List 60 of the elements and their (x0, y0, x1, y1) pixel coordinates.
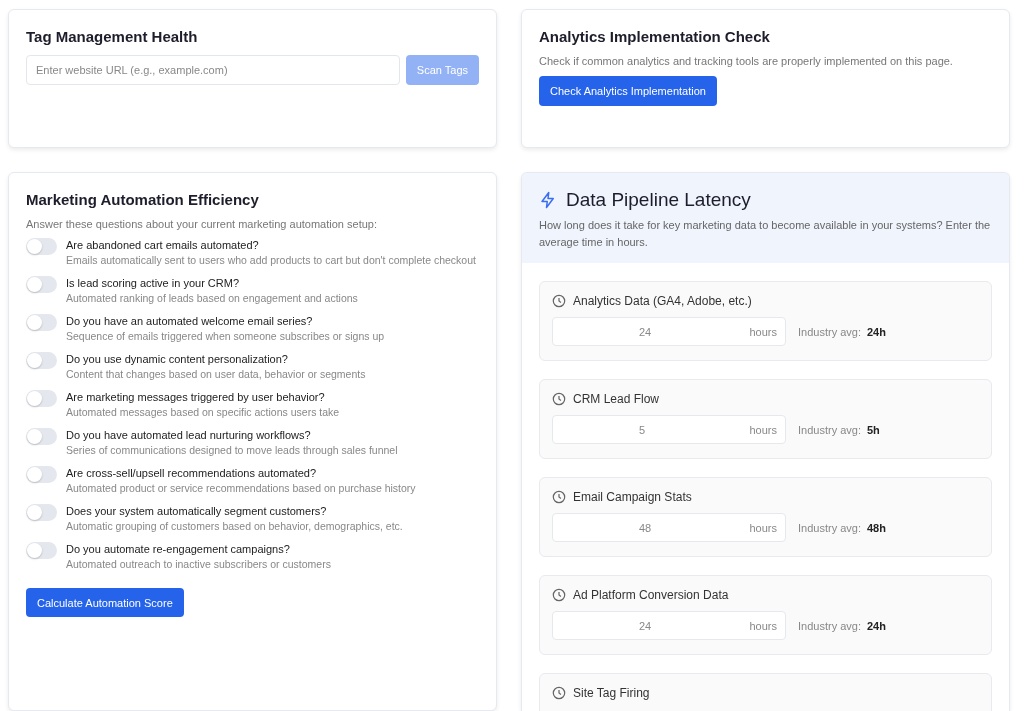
card-title: Marketing Automation Efficiency (26, 191, 260, 208)
source-name: Email Campaign Stats (573, 490, 692, 504)
question-label: Do you use dynamic content personalization? (66, 352, 289, 367)
question-label: Are cross-sell/upsell recommendations automated? (66, 466, 318, 481)
industry-average-value: 5h (867, 423, 880, 436)
clock-icon (552, 392, 566, 406)
industry-average-label: Industry avg: (798, 325, 861, 338)
lightning-icon (539, 191, 557, 209)
clock-icon (552, 490, 566, 504)
clock-icon (552, 294, 566, 308)
toggle-switch[interactable] (26, 238, 57, 255)
calculate-score-button[interactable]: Calculate Automation Score (26, 588, 184, 617)
question-label: Is lead scoring active in your CRM? (66, 276, 240, 291)
industry-average-label: Industry avg: (798, 619, 861, 632)
industry-average-value: 24h (867, 325, 886, 338)
question-label: Are marketing messages triggered by user behavior? (66, 390, 326, 405)
question-label: Do you have automated lead nurturing workflows? (66, 428, 312, 443)
industry-average-label: Industry avg: (798, 423, 861, 436)
industry-average-label: Industry avg: (798, 521, 861, 534)
question-label: Do you have an automated welcome email series? (66, 314, 314, 329)
check-analytics-button[interactable]: Check Analytics Implementation (539, 76, 717, 106)
question-description: Automatic grouping of customers based on behavior, demographics, etc. (66, 519, 404, 534)
hours-input-field[interactable]: 5 hours (552, 415, 786, 444)
question-description: Automated product or service recommendations based on purchase history (66, 481, 417, 496)
toggle-switch[interactable] (26, 428, 57, 445)
industry-average-value: 24h (867, 619, 886, 632)
industry-average-value: 48h (867, 521, 886, 534)
question-description: Content that changes based on user data, behavior or segments (66, 367, 367, 382)
toggle-switch[interactable] (26, 390, 57, 407)
card-description: Check if common analytics and tracking tools are properly implemented on this page. (539, 55, 954, 67)
clock-icon (552, 588, 566, 602)
question-label: Does your system automatically segment customers? (66, 504, 328, 519)
question-description: Automated outreach to inactive subscribers or customers (66, 557, 332, 572)
question-description: Automated messages based on specific actions users take (66, 405, 341, 420)
card-description: Answer these questions about your current marketing automation setup: (26, 218, 378, 230)
toggle-switch[interactable] (26, 542, 57, 559)
question-description: Emails automatically sent to users who add products to cart but don't complete checkout (66, 253, 477, 268)
question-label: Are abandoned cart emails automated? (66, 238, 260, 253)
toggle-switch[interactable] (26, 504, 57, 521)
source-name: Site Tag Firing (573, 686, 650, 700)
hours-input-field[interactable]: 24 hours (552, 611, 786, 640)
toggle-switch[interactable] (26, 352, 57, 369)
card-title: Tag Management Health (26, 28, 199, 45)
clock-icon (552, 686, 566, 700)
toggle-switch[interactable] (26, 466, 57, 483)
card-title: Analytics Implementation Check (539, 28, 771, 45)
source-name: Ad Platform Conversion Data (573, 588, 729, 602)
toggle-switch[interactable] (26, 314, 57, 331)
question-description: Series of communications designed to move leads through sales funnel (66, 443, 399, 458)
question-description: Sequence of emails triggered when someone subscribes or signs up (66, 329, 386, 344)
panel-title: Data Pipeline Latency (566, 189, 751, 211)
source-name: Analytics Data (GA4, Adobe, etc.) (573, 294, 752, 308)
hours-input-field[interactable]: 48 hours (552, 513, 786, 542)
question-label: Do you automate re-engagement campaigns? (66, 542, 291, 557)
panel-description: How long does it take for key marketing data to become available in your systems? Enter the average time in hours. (539, 218, 992, 250)
url-input-field[interactable]: Enter website URL (e.g., example.com) (26, 55, 400, 85)
toggle-switch[interactable] (26, 276, 57, 293)
source-name: CRM Lead Flow (573, 392, 660, 406)
hours-input-field[interactable]: 24 hours (552, 317, 786, 346)
question-description: Automated ranking of leads based on engagement and actions (66, 291, 359, 306)
